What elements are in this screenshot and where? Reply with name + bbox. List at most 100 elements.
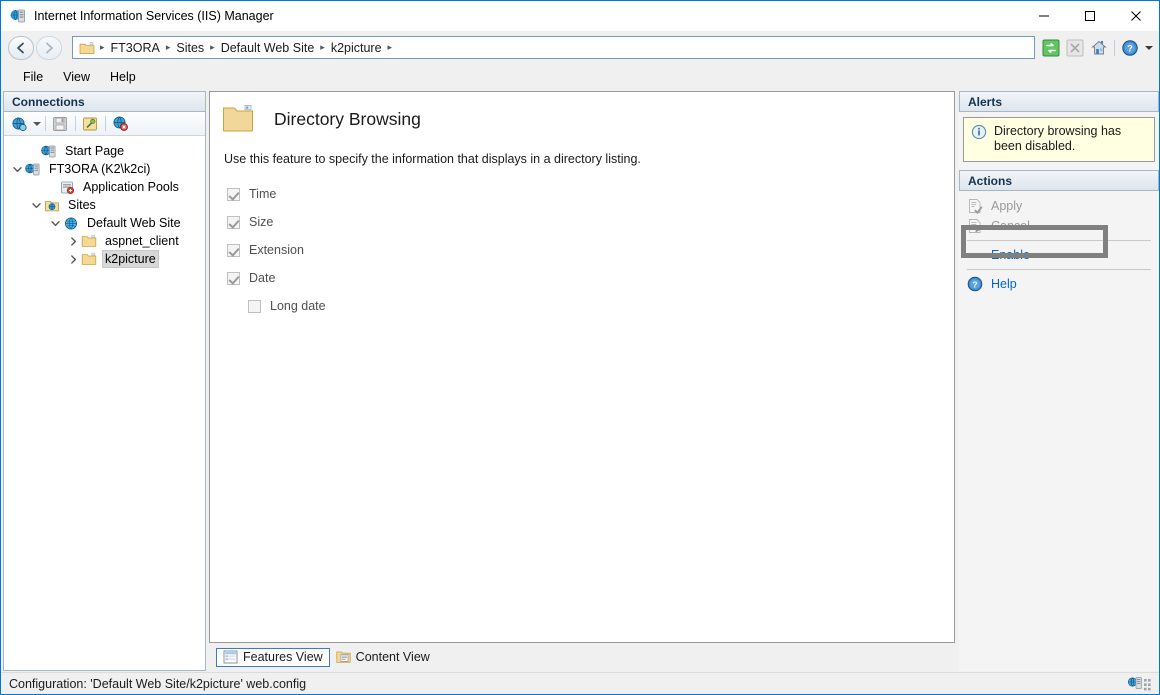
action-help[interactable]: ? Help xyxy=(959,274,1159,294)
tree-item-sites[interactable]: Sites xyxy=(4,196,205,214)
checkbox-row-date[interactable]: Date xyxy=(227,264,954,292)
minimize-button[interactable] xyxy=(1021,1,1067,31)
alerts-header-label: Alerts xyxy=(968,94,1003,109)
chevron-down-icon[interactable] xyxy=(1145,45,1153,50)
svg-text:?: ? xyxy=(972,279,977,289)
toolbar-divider xyxy=(1114,39,1115,56)
folder-icon xyxy=(80,251,98,267)
connections-pane: Start Page FT3ORA (K2\k2ci) Application … xyxy=(3,112,206,671)
maximize-button[interactable] xyxy=(1067,1,1113,31)
feature-header: Directory Browsing xyxy=(210,92,954,134)
checkbox-size[interactable] xyxy=(227,215,240,229)
actions-list: Apply Cancel Enable ? Help xyxy=(959,191,1159,294)
checkbox-long-date[interactable] xyxy=(248,299,261,313)
tab-content-view[interactable]: Content View xyxy=(330,648,436,667)
checkbox-extension[interactable] xyxy=(227,243,240,257)
alert-message-box: Directory browsing has been disabled. xyxy=(963,117,1155,162)
disconnect-icon[interactable] xyxy=(110,114,130,134)
directory-browsing-options: Time Size Extension Date Long date xyxy=(227,180,954,320)
actions-pane: Alerts Directory browsing has been disab… xyxy=(959,91,1159,671)
connections-header-label: Connections xyxy=(12,94,85,109)
server-icon xyxy=(24,161,42,177)
refresh-icon[interactable] xyxy=(1040,37,1062,59)
menu-item-view[interactable]: View xyxy=(53,67,100,87)
actions-divider xyxy=(967,269,1151,270)
app-pools-icon xyxy=(58,179,76,195)
menu-item-file[interactable]: File xyxy=(13,67,53,87)
action-enable[interactable]: Enable xyxy=(959,245,1159,265)
breadcrumb-item-default-web-site[interactable]: Default Web Site xyxy=(216,41,320,55)
tree-item-label: FT3ORA (K2\k2ci) xyxy=(49,162,151,176)
checkbox-row-time[interactable]: Time xyxy=(227,180,954,208)
action-label: Apply xyxy=(991,199,1023,213)
apply-icon xyxy=(967,198,983,214)
action-apply: Apply xyxy=(959,196,1159,216)
close-button[interactable] xyxy=(1113,1,1159,31)
tree-expander-collapse[interactable] xyxy=(48,214,62,232)
view-tabs: Features View Content View xyxy=(209,646,955,668)
toolbar-divider xyxy=(105,116,106,131)
page-title: Directory Browsing xyxy=(274,108,421,129)
menu-item-help[interactable]: Help xyxy=(100,67,146,87)
tree-item-label: Sites xyxy=(68,198,96,212)
action-label: Enable xyxy=(991,248,1030,262)
address-toolbar: ? xyxy=(1039,37,1153,59)
tree-expander xyxy=(44,178,58,196)
action-cancel: Cancel xyxy=(959,216,1159,236)
tab-label: Features View xyxy=(243,650,323,664)
web-site-icon xyxy=(62,215,80,231)
forward-button[interactable] xyxy=(36,35,62,60)
chevron-down-icon[interactable] xyxy=(33,121,41,126)
help-icon[interactable]: ? xyxy=(1119,37,1141,59)
checkbox-row-size[interactable]: Size xyxy=(227,208,954,236)
breadcrumb-item-ft3ora[interactable]: FT3ORA xyxy=(106,41,165,55)
tree-expander xyxy=(26,142,40,160)
tree-expander-expand[interactable] xyxy=(66,250,80,268)
tree-item-k2picture[interactable]: k2picture xyxy=(4,250,205,268)
toolbar-divider xyxy=(75,116,76,131)
breadcrumb-item-k2picture[interactable]: k2picture xyxy=(326,41,387,55)
status-text: Configuration: 'Default Web Site/k2pictu… xyxy=(9,676,307,691)
window-controls xyxy=(1021,1,1159,31)
save-connections-icon xyxy=(50,114,70,134)
tree-expander-collapse[interactable] xyxy=(29,196,43,214)
tree-item-label: k2picture xyxy=(102,250,159,268)
tree-item-ft3ora[interactable]: FT3ORA (K2\k2ci) xyxy=(4,160,205,178)
tab-features-view[interactable]: Features View xyxy=(216,647,330,667)
tree-item-application-pools[interactable]: Application Pools xyxy=(4,178,205,196)
feature-description: Use this feature to specify the informat… xyxy=(224,152,641,166)
breadcrumb[interactable]: ▸ FT3ORA ▸ Sites ▸ Default Web Site ▸ k2… xyxy=(72,36,1035,59)
back-button[interactable] xyxy=(8,35,34,60)
sites-icon xyxy=(43,197,61,213)
content-view-icon xyxy=(336,650,351,664)
svg-text:?: ? xyxy=(1127,43,1133,53)
help-icon: ? xyxy=(967,276,983,292)
actions-divider xyxy=(967,240,1151,241)
breadcrumb-separator: ▸ xyxy=(387,42,393,52)
directory-browsing-icon xyxy=(222,104,254,134)
checkbox-label: Extension xyxy=(249,243,304,257)
info-icon xyxy=(971,124,987,140)
checkbox-time[interactable] xyxy=(227,187,240,201)
tree-item-default-web-site[interactable]: Default Web Site xyxy=(4,214,205,232)
tree-item-start-page[interactable]: Start Page xyxy=(4,142,205,160)
checkbox-date[interactable] xyxy=(227,271,240,285)
actions-pane-header: Actions xyxy=(959,170,1159,191)
breadcrumb-item-sites[interactable]: Sites xyxy=(171,41,209,55)
connect-icon[interactable] xyxy=(9,114,29,134)
checkbox-label: Size xyxy=(249,215,274,229)
main-content-panel: Directory Browsing Use this feature to s… xyxy=(209,91,955,643)
tree-item-label: aspnet_client xyxy=(105,234,179,248)
tree-item-aspnet-client[interactable]: aspnet_client xyxy=(4,232,205,250)
connections-toolbar xyxy=(4,112,205,136)
tree-expander-collapse[interactable] xyxy=(10,160,24,178)
connections-folder-icon[interactable] xyxy=(80,114,100,134)
checkbox-row-extension[interactable]: Extension xyxy=(227,236,954,264)
home-icon[interactable] xyxy=(1088,37,1110,59)
tree-expander-expand[interactable] xyxy=(66,232,80,250)
folder-icon xyxy=(79,41,95,55)
window-title: Internet Information Services (IIS) Mana… xyxy=(34,9,274,23)
checkbox-row-long-date[interactable]: Long date xyxy=(248,292,954,320)
action-label: Help xyxy=(991,277,1017,291)
checkbox-label: Time xyxy=(249,187,277,201)
